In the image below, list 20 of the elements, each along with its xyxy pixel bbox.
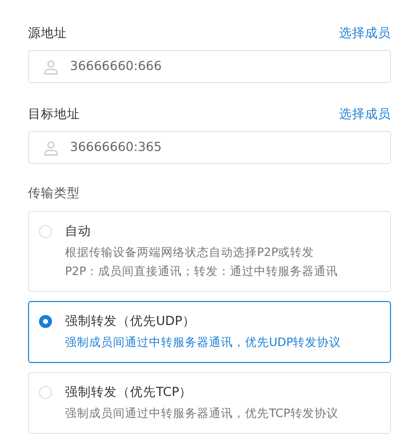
user-icon bbox=[43, 58, 59, 74]
option-description: 强制成员间通过中转服务器通讯，优先TCP转发协议 bbox=[65, 404, 338, 422]
option-title: 强制转发（优先TCP） bbox=[65, 382, 194, 401]
select-member-link[interactable]: 选择成员 bbox=[339, 24, 391, 42]
radio-button[interactable] bbox=[39, 314, 52, 328]
option-description: 强制成员间通过中转服务器通讯，优先UDP转发协议 bbox=[65, 334, 342, 351]
transfer-option[interactable]: 强制转发（优先UDP） 强制成员间通过中转服务器通讯，优先UDP转发协议 bbox=[28, 300, 391, 363]
transfer-option[interactable]: 自动 根据传输设备两端网络状态自动选择P2P或转发 P2P：成员间直接通讯；转发：通过中转服务器通讯 bbox=[28, 210, 391, 292]
option-title: 强制转发（优先UDP） bbox=[65, 312, 196, 330]
address-field[interactable]: 36666660:365 bbox=[28, 131, 391, 164]
select-member-link[interactable]: 选择成员 bbox=[339, 104, 391, 124]
section-label: 传输类型 bbox=[28, 184, 81, 202]
transfer-option[interactable]: 强制转发（优先TCP） 强制成员间通过中转服务器通讯，优先TCP转发协议 bbox=[28, 372, 391, 434]
option-description: 根据传输设备两端网络状态自动选择P2P或转发 bbox=[65, 244, 316, 261]
address-field[interactable]: 36666660:666 bbox=[28, 50, 391, 83]
option-title: 自动 bbox=[65, 222, 92, 240]
field-label: 目标地址 bbox=[28, 104, 80, 123]
option-description: P2P：成员间直接通讯；转发：通过中转服务器通讯 bbox=[65, 262, 338, 280]
user-icon bbox=[43, 140, 59, 156]
field-label: 源地址 bbox=[28, 24, 67, 42]
